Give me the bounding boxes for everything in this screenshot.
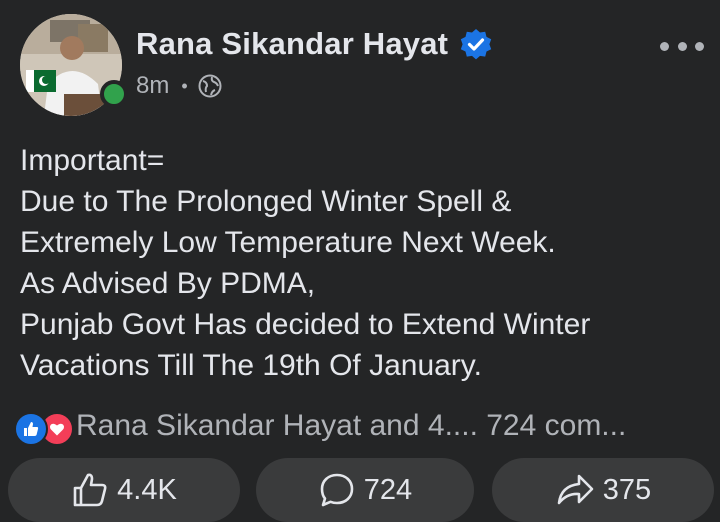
- post-text-line: Vacations Till The 19th Of January.: [20, 349, 482, 382]
- verified-badge-icon: [460, 29, 492, 60]
- reaction-icons: [14, 410, 74, 446]
- like-reaction-icon: [14, 412, 48, 446]
- post-text-line: Punjab Govt Has decided to Extend Winter: [20, 308, 591, 341]
- reactions-summary-row[interactable]: Rana Sikandar Hayat and 4.... 724 com...: [14, 406, 626, 446]
- online-status-indicator: [100, 80, 128, 108]
- thumbs-up-icon: [73, 473, 107, 507]
- post-actions: 4.4K 724 375: [0, 458, 720, 522]
- post-time[interactable]: 8m: [136, 72, 169, 100]
- globe-icon: [198, 74, 222, 98]
- post-text-line: Extremely Low Temperature Next Week.: [20, 226, 556, 259]
- meta-separator: •: [181, 75, 188, 96]
- post-text: Important= Due to The Prolonged Winter S…: [20, 140, 710, 386]
- more-dot: [695, 41, 704, 51]
- like-count: 4.4K: [117, 473, 177, 506]
- author-name[interactable]: Rana Sikandar Hayat: [136, 26, 448, 62]
- more-options-icon[interactable]: [660, 32, 704, 60]
- more-dot: [660, 41, 669, 51]
- comment-button[interactable]: 724: [256, 458, 474, 522]
- comment-icon: [320, 473, 354, 507]
- post-text-line: Due to The Prolonged Winter Spell &: [20, 185, 512, 218]
- post-meta: 8m •: [136, 72, 222, 100]
- share-button[interactable]: 375: [492, 458, 714, 522]
- post-text-line: As Advised By PDMA,: [20, 267, 316, 300]
- comment-count: 724: [363, 473, 413, 506]
- share-arrow-icon: [557, 474, 594, 505]
- reaction-summary-text[interactable]: Rana Sikandar Hayat and 4.... 724 com...: [76, 409, 626, 443]
- more-dot: [677, 41, 687, 51]
- post-text-line: Important=: [20, 144, 165, 177]
- like-button[interactable]: 4.4K: [8, 458, 240, 522]
- share-count: 375: [602, 473, 652, 506]
